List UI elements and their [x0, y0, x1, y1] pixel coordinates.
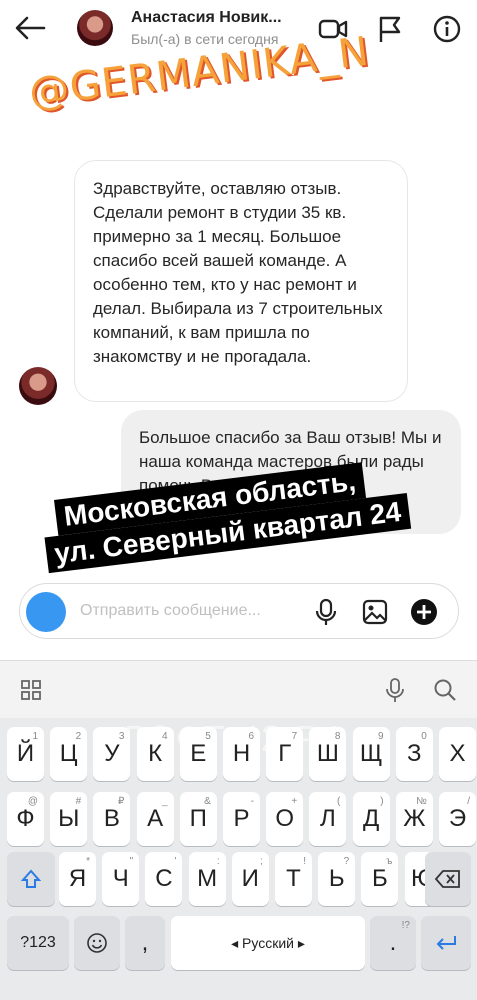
- key-Щ[interactable]: Щ9: [352, 727, 390, 781]
- backspace-icon: [435, 870, 460, 888]
- key-И[interactable]: И;: [231, 852, 269, 906]
- key-Ы[interactable]: Ы #: [50, 792, 88, 846]
- key-А[interactable]: А _: [136, 792, 174, 846]
- key-К[interactable]: К4: [136, 727, 174, 781]
- key-Ц[interactable]: Ц2: [50, 727, 88, 781]
- key-Д[interactable]: Д): [352, 792, 390, 846]
- key-Э[interactable]: Э /: [439, 792, 476, 846]
- shift-icon: [20, 869, 42, 888]
- sender-avatar[interactable]: [19, 367, 57, 405]
- gallery-icon[interactable]: [361, 598, 389, 626]
- period-key[interactable]: .!?: [370, 916, 416, 970]
- voice-input-icon[interactable]: [383, 677, 407, 703]
- info-icon[interactable]: [432, 14, 462, 44]
- search-icon[interactable]: [432, 677, 458, 703]
- key-Е[interactable]: Е5: [179, 727, 217, 781]
- incoming-message[interactable]: Здравствуйте, оставляю отзыв. Сделали ре…: [74, 160, 408, 402]
- key-В[interactable]: В ₽: [93, 792, 131, 846]
- key-Н[interactable]: Н6: [223, 727, 260, 781]
- key-У[interactable]: У3: [93, 727, 131, 781]
- microphone-icon[interactable]: [312, 598, 340, 626]
- key-Й[interactable]: Й1: [7, 727, 44, 781]
- key-Т[interactable]: Т!: [275, 852, 312, 906]
- key-Ч[interactable]: Ч ": [102, 852, 140, 906]
- flag-icon[interactable]: [375, 14, 405, 44]
- enter-icon: [436, 936, 456, 950]
- key-Б[interactable]: Бъ: [361, 852, 399, 906]
- avatar[interactable]: [77, 10, 113, 46]
- camera-button[interactable]: [26, 592, 66, 632]
- numbers-key[interactable]: ?123: [7, 916, 69, 970]
- message-input[interactable]: Отправить сообщение...: [80, 602, 261, 620]
- backspace-key[interactable]: [425, 852, 471, 906]
- comma-key[interactable]: ,: [125, 916, 165, 970]
- key-О[interactable]: О +: [266, 792, 304, 846]
- key-П[interactable]: П &: [179, 792, 217, 846]
- emoji-icon: [87, 933, 107, 953]
- message-composer[interactable]: Отправить сообщение...: [19, 583, 459, 639]
- keyboard-toolbar: [0, 660, 477, 718]
- key-Я[interactable]: Я *: [59, 852, 96, 906]
- key-М[interactable]: М:: [188, 852, 226, 906]
- key-Ь[interactable]: Ь?: [318, 852, 356, 906]
- enter-key[interactable]: [421, 916, 471, 970]
- key-С[interactable]: С ': [145, 852, 183, 906]
- space-key[interactable]: ◂ Русский ▸: [171, 916, 365, 970]
- key-Л[interactable]: Л(: [309, 792, 347, 846]
- key-Х[interactable]: Х: [439, 727, 476, 781]
- key-Ж[interactable]: Ж №: [395, 792, 433, 846]
- emoji-key[interactable]: [74, 916, 120, 970]
- grid-menu-icon[interactable]: [20, 679, 42, 701]
- key-Р[interactable]: Р-: [223, 792, 260, 846]
- key-Г[interactable]: Г7: [266, 727, 304, 781]
- key-З[interactable]: З0: [395, 727, 433, 781]
- add-icon[interactable]: [410, 598, 438, 626]
- key-Ф[interactable]: Ф @: [7, 792, 44, 846]
- shift-key[interactable]: [7, 852, 55, 906]
- contact-name[interactable]: Анастасия Новик...: [131, 9, 291, 27]
- back-arrow-icon[interactable]: [12, 12, 48, 44]
- key-Ш[interactable]: Ш8: [309, 727, 347, 781]
